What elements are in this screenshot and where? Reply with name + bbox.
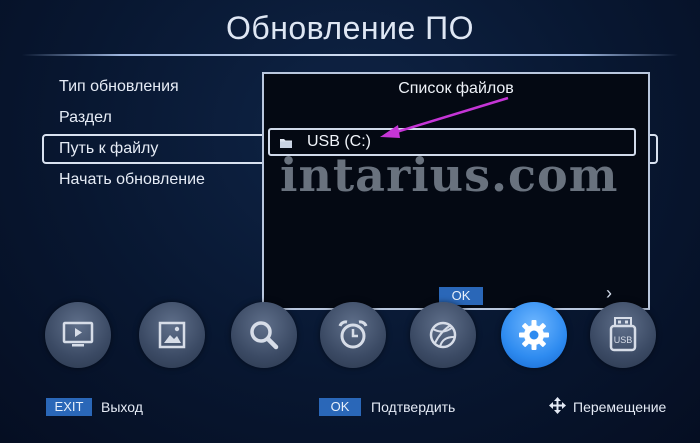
menu-item-label: Раздел: [59, 109, 112, 126]
gear-icon-button[interactable]: [501, 302, 567, 368]
search-icon-button[interactable]: [231, 302, 297, 368]
alarm-clock-icon-button[interactable]: [320, 302, 386, 368]
exit-hint: Выход: [101, 399, 143, 415]
footer-hints: EXIT Выход OK Подтвердить Перемещение: [0, 396, 700, 424]
watermark: intarius.com: [280, 148, 619, 202]
ok-key[interactable]: OK: [319, 398, 361, 416]
chevron-right-icon[interactable]: ›: [606, 283, 612, 304]
globe-icon: [429, 321, 457, 349]
globe-icon-button[interactable]: [410, 302, 476, 368]
picture-icon-button[interactable]: [139, 302, 205, 368]
move-hint: Перемещение: [573, 399, 667, 415]
search-icon: [250, 321, 279, 350]
title-divider: [22, 54, 678, 56]
gear-icon: [519, 320, 549, 350]
folder-icon: [279, 136, 293, 148]
menu-item-label: Тип обновления: [59, 78, 179, 95]
exit-key[interactable]: EXIT: [46, 398, 92, 416]
picture-icon: [158, 321, 186, 349]
tv-icon: [62, 321, 94, 347]
usb-icon: USB: [609, 317, 637, 352]
dialog-title: Список файлов: [398, 80, 514, 97]
usb-icon-button[interactable]: USB: [590, 302, 656, 368]
move-arrows-icon: [549, 397, 566, 417]
tv-icon-button[interactable]: [45, 302, 111, 368]
confirm-hint: Подтвердить: [371, 399, 456, 415]
main-icon-bar: USB: [0, 302, 700, 378]
alarm-clock-icon: [338, 320, 368, 349]
page-title: Обновление ПО: [225, 10, 475, 46]
usb-icon-label: USB: [614, 335, 633, 345]
menu-item-label: Путь к файлу: [59, 140, 159, 157]
menu-item-label: Начать обновление: [59, 171, 205, 188]
